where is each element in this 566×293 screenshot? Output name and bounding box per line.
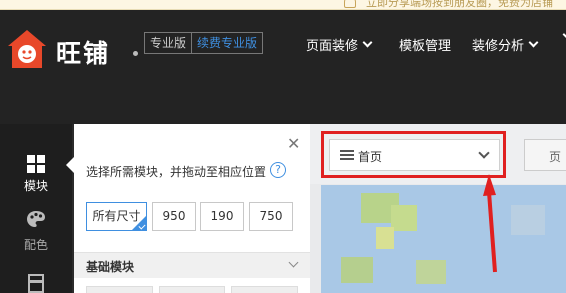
close-icon[interactable]: ✕ [287, 134, 300, 153]
module-tile[interactable] [86, 286, 153, 293]
brand-name: 旺铺 [56, 39, 111, 68]
section-title: 基础模块 [86, 260, 135, 274]
bell-icon [344, 0, 356, 8]
rail-label: 配色 [23, 238, 48, 252]
size-label: 190 [210, 209, 234, 223]
module-tiles [86, 286, 299, 293]
preview-shape [391, 205, 417, 231]
chevron-down-icon [288, 257, 299, 268]
preview-shape [416, 260, 446, 284]
panel-pointer [66, 157, 74, 173]
preview-shape [376, 227, 394, 249]
notice-bar: 立即分享端场按到朋友圈，免费为店铺 [0, 0, 566, 10]
annotation-highlight-box [321, 131, 506, 178]
nav-label: 装修分析 [472, 39, 525, 54]
rail-item-modules[interactable]: 模块 [0, 148, 72, 194]
help-icon[interactable]: ? [270, 162, 286, 178]
page-action-button[interactable]: 页 [524, 139, 566, 171]
panel-hint: 选择所需模块，并拖动至相应位置 [86, 165, 267, 179]
left-rail: 模块 配色 [0, 124, 72, 293]
annotation-arrow [483, 174, 497, 273]
edition-label: 专业版 [145, 33, 193, 53]
size-label: 950 [162, 209, 186, 223]
brand-dot [133, 51, 138, 56]
module-panel: ✕ 选择所需模块，并拖动至相应位置 ? 所有尺寸 950 190 750 基础模… [74, 124, 310, 293]
chevron-down-icon [562, 29, 566, 40]
nav-template-manage[interactable]: 模板管理 [399, 35, 451, 54]
palette-icon [27, 211, 45, 227]
nav-decoration-analysis[interactable]: 装修分析 [472, 35, 539, 54]
nav-page-decoration[interactable]: 页面装修 [306, 35, 373, 54]
size-filter-750[interactable]: 750 [249, 202, 293, 231]
rail-item-colors[interactable]: 配色 [0, 210, 72, 253]
rail-item-layout[interactable] [0, 274, 72, 293]
grid-icon [27, 155, 45, 173]
section-basic-modules[interactable]: 基础模块 [74, 252, 310, 278]
nav-more[interactable] [558, 29, 566, 40]
layout-icon [28, 274, 44, 293]
nav-label: 模板管理 [399, 39, 452, 54]
logo-icon [8, 30, 46, 68]
page-preview [321, 185, 566, 293]
edition-badge: 专业版 续费专业版 [144, 32, 264, 54]
size-filter-950[interactable]: 950 [152, 202, 196, 231]
chevron-down-icon [362, 37, 373, 48]
preview-shape [511, 205, 545, 235]
size-filter-190[interactable]: 190 [200, 202, 244, 231]
size-filter-all[interactable]: 所有尺寸 [86, 202, 147, 231]
preview-shape [341, 257, 373, 283]
renew-link[interactable]: 续费专业版 [192, 33, 262, 53]
module-tile[interactable] [158, 286, 226, 293]
chevron-down-icon [528, 37, 539, 48]
top-header: 旺铺 专业版 续费专业版 页面装修 模板管理 装修分析 [0, 10, 566, 124]
module-tile[interactable] [231, 286, 299, 293]
page-action-label: 页 [549, 150, 562, 164]
notice-text[interactable]: 立即分享端场按到朋友圈，免费为店铺 [366, 0, 553, 9]
rail-label: 模块 [23, 179, 48, 193]
nav-label: 页面装修 [306, 39, 359, 54]
size-label: 750 [259, 209, 283, 223]
